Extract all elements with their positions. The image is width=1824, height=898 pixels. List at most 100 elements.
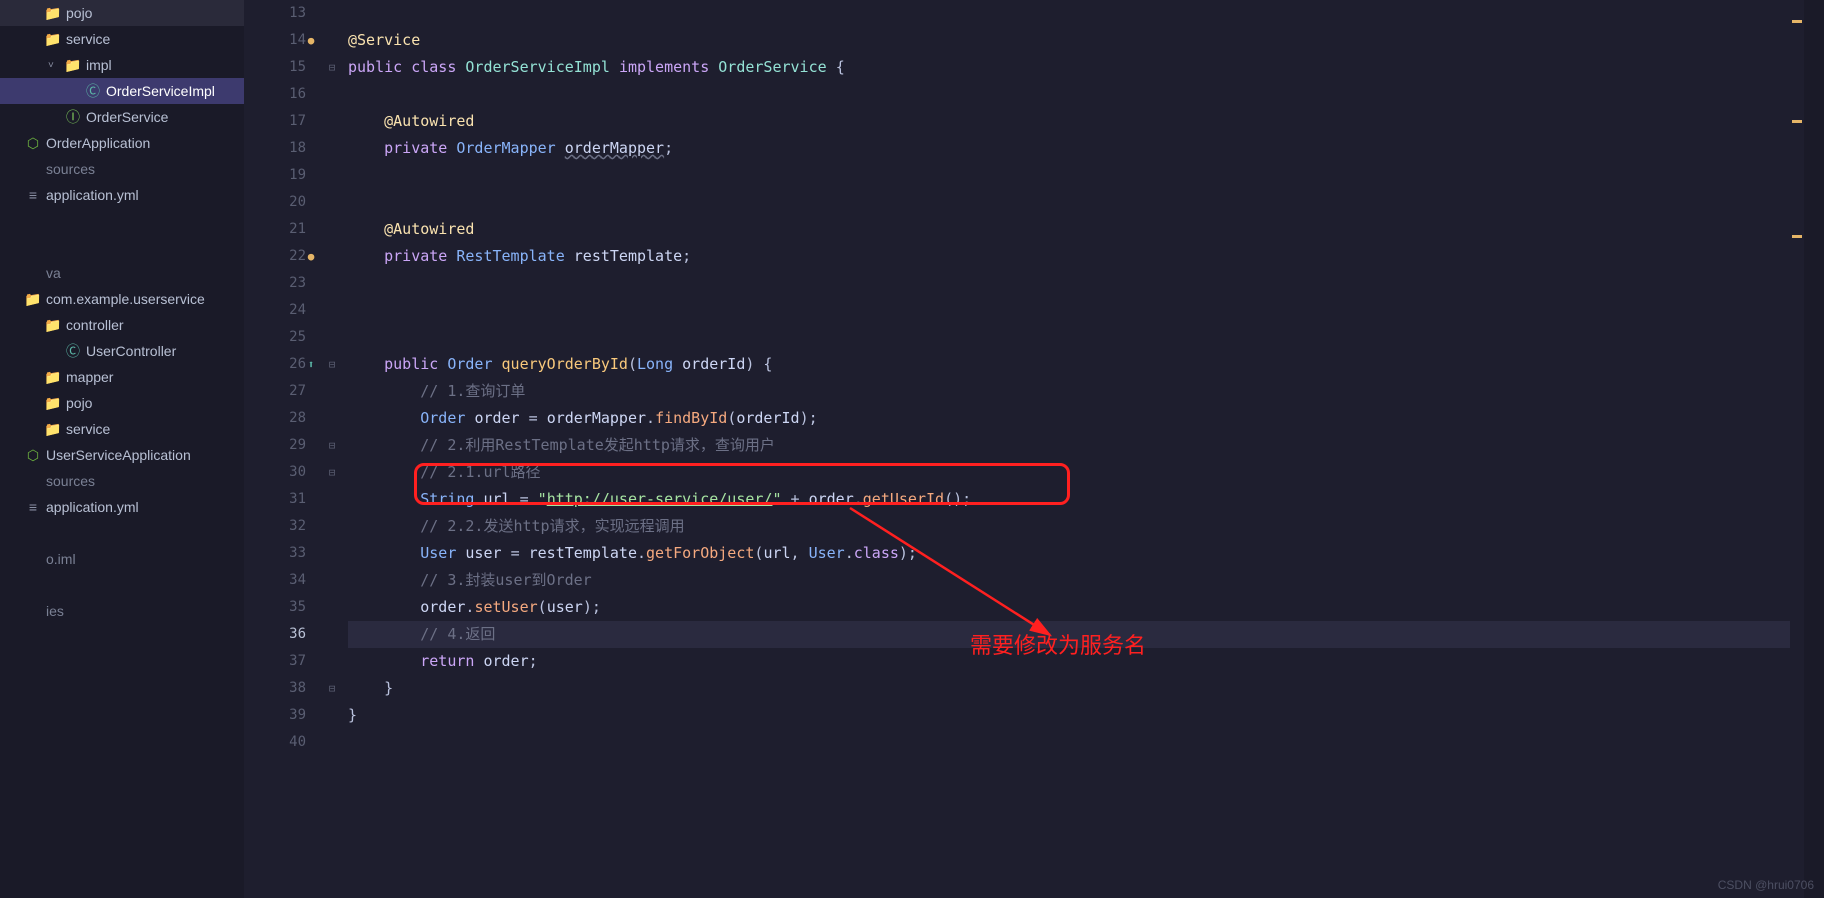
fold-toggle[interactable] <box>324 648 340 675</box>
tree-item[interactable]: ⒾOrderService <box>0 104 244 130</box>
code-line[interactable]: public class OrderServiceImpl implements… <box>348 54 1824 81</box>
code-line[interactable]: // 3.封装user到Order <box>348 567 1824 594</box>
fold-toggle[interactable] <box>324 189 340 216</box>
fold-toggle[interactable]: ⊟ <box>324 54 340 81</box>
code-line[interactable] <box>348 162 1824 189</box>
code-line[interactable] <box>348 270 1824 297</box>
fold-toggle[interactable] <box>324 702 340 729</box>
line-number: 22● <box>244 243 306 270</box>
tree-item[interactable]: 📁service <box>0 26 244 52</box>
tree-item[interactable]: 📁controller <box>0 312 244 338</box>
fold-toggle[interactable] <box>324 540 340 567</box>
fold-toggle[interactable] <box>324 594 340 621</box>
project-tree[interactable]: 📁pojo📁service˅📁implⒸOrderServiceImplⒾOrd… <box>0 0 244 898</box>
tree-item-label: UserServiceApplication <box>46 447 191 463</box>
code-line[interactable]: Order order = orderMapper.findById(order… <box>348 405 1824 432</box>
tree-item[interactable]: 📁pojo <box>0 0 244 26</box>
fold-toggle[interactable] <box>324 135 340 162</box>
tree-item-label: OrderServiceImpl <box>106 83 215 99</box>
file-icon: ≡ <box>24 187 42 203</box>
bean-icon[interactable]: ● <box>304 243 318 270</box>
fold-toggle[interactable] <box>324 513 340 540</box>
fold-toggle[interactable] <box>324 297 340 324</box>
tree-item[interactable]: 📁service <box>0 416 244 442</box>
code-line[interactable]: public Order queryOrderById(Long orderId… <box>348 351 1824 378</box>
tree-item[interactable]: ≡application.yml <box>0 494 244 520</box>
fold-toggle[interactable] <box>324 378 340 405</box>
code-line[interactable] <box>348 81 1824 108</box>
fold-toggle[interactable]: ⊟ <box>324 675 340 702</box>
fold-toggle[interactable] <box>324 0 340 27</box>
tree-item[interactable]: 📁com.example.userservice <box>0 286 244 312</box>
code-line[interactable]: // 2.2.发送http请求，实现远程调用 <box>348 513 1824 540</box>
fold-toggle[interactable] <box>324 270 340 297</box>
code-line[interactable]: // 1.查询订单 <box>348 378 1824 405</box>
code-line[interactable]: private OrderMapper orderMapper; <box>348 135 1824 162</box>
code-line[interactable]: order.setUser(user); <box>348 594 1824 621</box>
tree-item[interactable]: ⬡OrderApplication <box>0 130 244 156</box>
code-line[interactable]: @Service <box>348 27 1824 54</box>
line-number: 37 <box>244 648 306 675</box>
file-icon: Ⓒ <box>84 81 102 101</box>
code-line[interactable]: // 2.利用RestTemplate发起http请求，查询用户 <box>348 432 1824 459</box>
tree-item-label: UserController <box>86 343 176 359</box>
line-number: 15 <box>244 54 306 81</box>
fold-toggle[interactable] <box>324 405 340 432</box>
code-line[interactable] <box>348 189 1824 216</box>
code-line[interactable] <box>348 297 1824 324</box>
fold-toggle[interactable] <box>324 216 340 243</box>
file-icon: 📁 <box>44 5 62 22</box>
tree-item[interactable] <box>0 572 244 598</box>
tree-item[interactable]: ≡application.yml <box>0 182 244 208</box>
tree-item[interactable] <box>0 234 244 260</box>
fold-toggle[interactable] <box>324 27 340 54</box>
code-line[interactable]: User user = restTemplate.getForObject(ur… <box>348 540 1824 567</box>
fold-toggle[interactable] <box>324 729 340 756</box>
line-number: 19 <box>244 162 306 189</box>
tree-item[interactable]: ˅📁impl <box>0 52 244 78</box>
fold-toggle[interactable] <box>324 486 340 513</box>
tree-item[interactable]: ⒸUserController <box>0 338 244 364</box>
fold-toggle[interactable]: ⊟ <box>324 459 340 486</box>
code-line[interactable] <box>348 0 1824 27</box>
fold-column[interactable]: ⊟⊟⊟⊟⊟ <box>324 0 340 898</box>
fold-toggle[interactable] <box>324 621 340 648</box>
tree-item[interactable]: o.iml <box>0 546 244 572</box>
fold-toggle[interactable] <box>324 567 340 594</box>
scrollbar[interactable] <box>1804 0 1824 898</box>
tree-item[interactable]: sources <box>0 156 244 182</box>
code-line[interactable]: @Autowired <box>348 108 1824 135</box>
code-line[interactable] <box>348 729 1824 756</box>
fold-toggle[interactable] <box>324 81 340 108</box>
error-stripe[interactable] <box>1790 0 1804 898</box>
tree-item[interactable] <box>0 520 244 546</box>
tree-item[interactable]: 📁pojo <box>0 390 244 416</box>
tree-item[interactable]: sources <box>0 468 244 494</box>
code-editor[interactable]: 1314●1516171819202122●23242526⬆272829303… <box>244 0 1824 898</box>
code-line[interactable]: } <box>348 675 1824 702</box>
fold-toggle[interactable]: ⊟ <box>324 351 340 378</box>
line-number: 24 <box>244 297 306 324</box>
code-line[interactable]: // 2.1.url路径 <box>348 459 1824 486</box>
fold-toggle[interactable]: ⊟ <box>324 432 340 459</box>
code-line[interactable]: @Autowired <box>348 216 1824 243</box>
code-area[interactable]: @Servicepublic class OrderServiceImpl im… <box>340 0 1824 898</box>
tree-item-label: ies <box>46 603 64 619</box>
fold-toggle[interactable] <box>324 108 340 135</box>
tree-item[interactable]: ⬡UserServiceApplication <box>0 442 244 468</box>
bean-icon[interactable]: ● <box>304 27 318 54</box>
override-icon[interactable]: ⬆ <box>304 351 318 378</box>
line-number: 23 <box>244 270 306 297</box>
code-line[interactable] <box>348 324 1824 351</box>
tree-item[interactable]: 📁mapper <box>0 364 244 390</box>
fold-toggle[interactable] <box>324 324 340 351</box>
fold-toggle[interactable] <box>324 162 340 189</box>
code-line[interactable]: String url = "http://user-service/user/"… <box>348 486 1824 513</box>
tree-item[interactable]: va <box>0 260 244 286</box>
fold-toggle[interactable] <box>324 243 340 270</box>
tree-item[interactable]: ies <box>0 598 244 624</box>
tree-item[interactable] <box>0 208 244 234</box>
code-line[interactable]: } <box>348 702 1824 729</box>
tree-item[interactable]: ⒸOrderServiceImpl <box>0 78 244 104</box>
code-line[interactable]: private RestTemplate restTemplate; <box>348 243 1824 270</box>
